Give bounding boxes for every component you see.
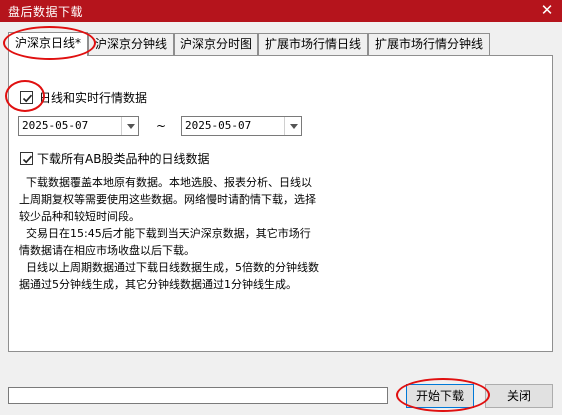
ab-stocks-checkbox[interactable] [20,152,33,165]
date-range-separator: ~ [156,119,167,133]
tab-timeshare[interactable]: 沪深京分时图 [174,33,258,55]
realtime-checkbox[interactable] [20,91,33,104]
ab-stocks-checkbox-label[interactable]: 下载所有AB股类品种的日线数据 [37,150,209,167]
tab-ext-daily[interactable]: 扩展市场行情日线 [258,33,368,55]
tab-daily[interactable]: 沪深京日线* [8,32,88,56]
close-button[interactable]: 关闭 [485,384,553,408]
realtime-checkbox-label[interactable]: 日线和实时行情数据 [39,89,147,106]
description-paragraph: 下载数据覆盖本地原有数据。本地选股、报表分析、日线以上周期复权等需要使用这些数据… [19,176,316,223]
end-date-picker[interactable]: 2025-05-07 [181,116,302,136]
start-date-picker[interactable]: 2025-05-07 [18,116,139,136]
tab-ext-minute[interactable]: 扩展市场行情分钟线 [368,33,490,55]
end-date-value: 2025-05-07 [185,119,252,132]
download-progress-bar [8,387,388,404]
close-icon[interactable]: ✕ [538,1,556,19]
tab-minute[interactable]: 沪深京分钟线 [88,33,174,55]
window-title: 盘后数据下载 [8,5,84,19]
download-description: 下载数据覆盖本地原有数据。本地选股、报表分析、日线以上周期复权等需要使用这些数据… [19,174,319,293]
start-date-value: 2025-05-07 [22,119,89,132]
description-paragraph: 日线以上周期数据通过下载日线数据生成，5倍数的分钟线数据通过5分钟线生成，其它分… [19,261,319,291]
chevron-down-icon[interactable] [284,117,301,135]
title-bar[interactable]: 盘后数据下载 ✕ [0,0,562,22]
checkmark-icon [22,94,33,103]
start-download-button[interactable]: 开始下载 [406,384,474,408]
description-paragraph: 交易日在15:45后才能下载到当天沪深京数据，其它市场行情数据请在相应市场收盘以… [19,227,311,257]
checkmark-icon [22,155,33,164]
chevron-down-icon[interactable] [121,117,138,135]
